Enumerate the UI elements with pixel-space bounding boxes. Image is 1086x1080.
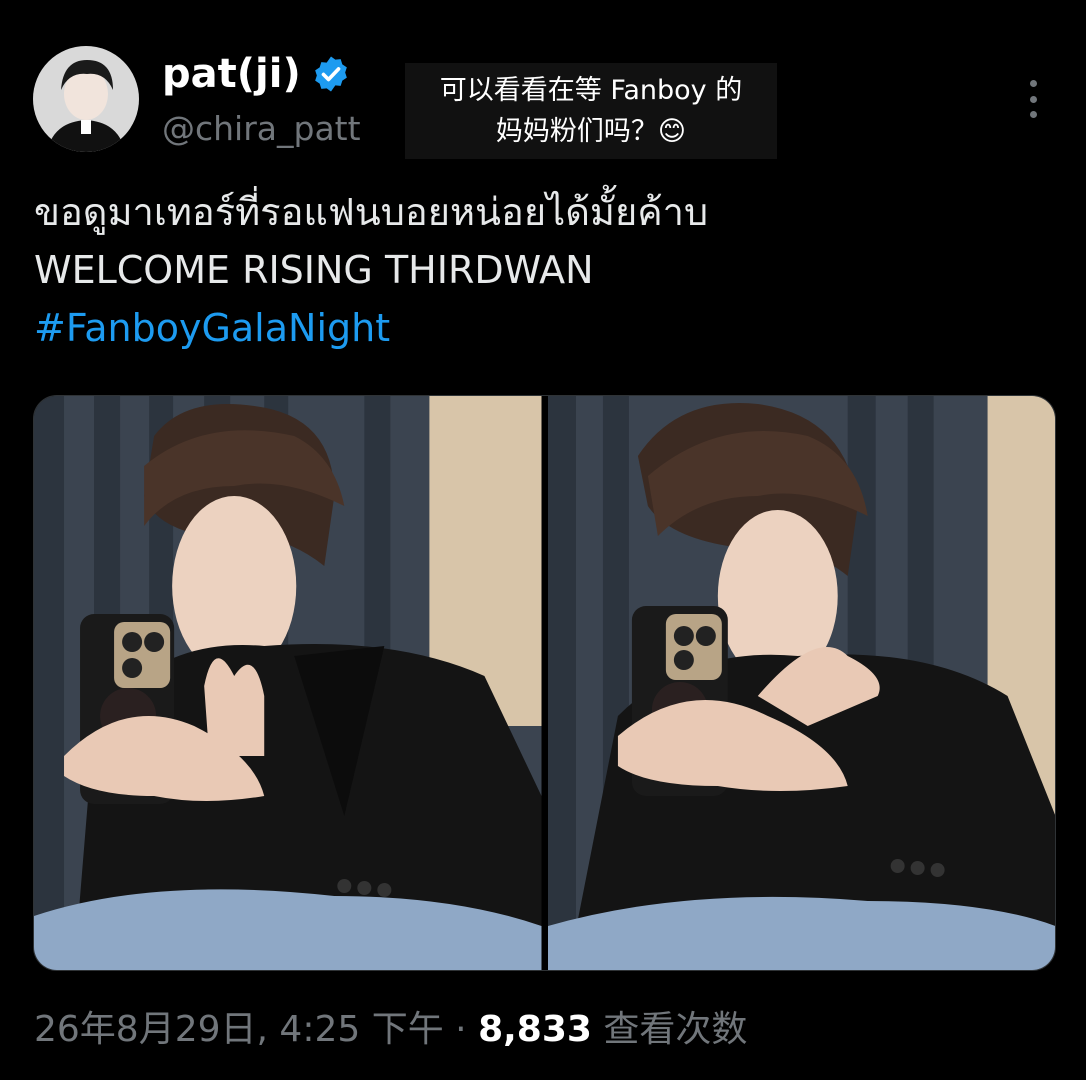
author-display-name[interactable]: pat(ji) [162, 48, 351, 100]
tweet-text: ขอดูมาเทอร์ที่รอแฟนบอยหน่อยได้มั้ยค้าบ W… [34, 183, 708, 357]
tweet-line-english: WELCOME RISING THIRDWAN [34, 248, 594, 292]
display-name-text: pat(ji) [162, 51, 301, 97]
views-label: 查看次数 [603, 1009, 748, 1050]
photo-right[interactable] [547, 396, 1055, 970]
meta-separator: · [455, 1009, 467, 1050]
overlay-caption: 可以看看在等 Fanboy 的 妈妈粉们吗？😊 [405, 63, 777, 159]
tweet-line-thai: ขอดูมาเทอร์ที่รอแฟนบอยหน่อยได้มั้ยค้าบ [34, 190, 709, 234]
photo-left[interactable] [34, 396, 542, 970]
caption-line-1: 可以看看在等 Fanboy 的 [439, 75, 743, 106]
view-count: 8,833 [478, 1009, 592, 1050]
tweet-meta: 26年8月29日, 4:25 下午 · 8,833 查看次数 [34, 1005, 747, 1055]
hashtag-link[interactable]: #FanboyGalaNight [34, 299, 708, 357]
caption-line-2: 妈妈粉们吗？😊 [495, 116, 687, 147]
author-avatar[interactable] [33, 46, 139, 152]
more-options-icon[interactable] [1022, 80, 1044, 118]
tweet-timestamp[interactable]: 26年8月29日, 4:25 下午 [34, 1009, 444, 1050]
verified-badge-icon [314, 56, 347, 92]
media-grid [33, 395, 1056, 971]
author-handle[interactable]: @chira_patt [162, 106, 361, 152]
